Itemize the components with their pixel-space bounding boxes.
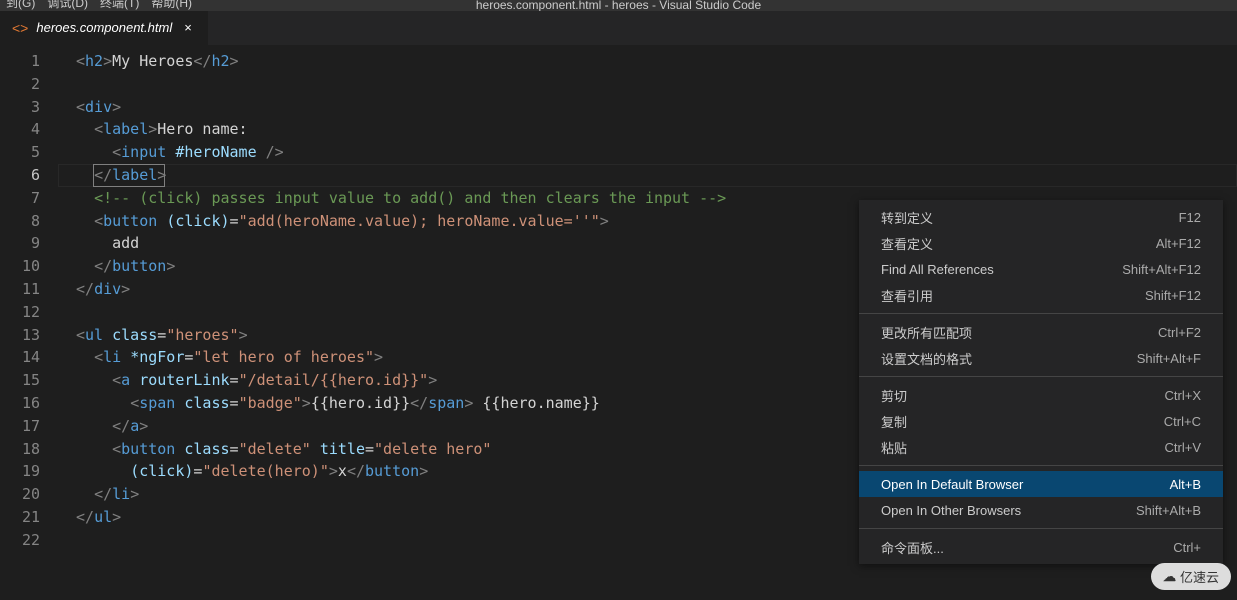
line-number: 8 xyxy=(0,210,40,233)
context-menu-item[interactable]: 命令面板... Ctrl+ xyxy=(859,534,1223,560)
menu-item-label: 复制 xyxy=(881,412,907,431)
menu-item-label: Find All References xyxy=(881,262,994,277)
line-number: 14 xyxy=(0,346,40,369)
context-menu-item[interactable]: 查看定义 Alt+F12 xyxy=(859,230,1223,256)
line-number: 11 xyxy=(0,278,40,301)
line-number: 5 xyxy=(0,141,40,164)
menu-item-shortcut: Ctrl+V xyxy=(1165,440,1201,455)
menu-item-label: 命令面板... xyxy=(881,538,944,557)
line-number: 7 xyxy=(0,187,40,210)
menu-terminal[interactable]: 终端(T) xyxy=(100,0,139,11)
cloud-icon: ☁ xyxy=(1163,569,1176,585)
menu-separator xyxy=(859,313,1223,314)
context-menu-item[interactable]: 剪切 Ctrl+X xyxy=(859,382,1223,408)
menu-item-shortcut: Shift+F12 xyxy=(1145,288,1201,303)
menu-item-shortcut: Ctrl+X xyxy=(1165,388,1201,403)
line-number: 4 xyxy=(0,118,40,141)
line-number: 20 xyxy=(0,483,40,506)
tab-active[interactable]: <> heroes.component.html × xyxy=(0,11,208,45)
line-number: 18 xyxy=(0,438,40,461)
tab-bar: <> heroes.component.html × xyxy=(0,11,1237,46)
context-menu-item[interactable]: Open In Default Browser Alt+B xyxy=(859,471,1223,497)
menu-separator xyxy=(859,465,1223,466)
menu-item-shortcut: Ctrl+C xyxy=(1164,414,1201,429)
line-number: 3 xyxy=(0,96,40,119)
context-menu-item[interactable]: Open In Other Browsers Shift+Alt+B xyxy=(859,497,1223,523)
menu-item-label: Open In Other Browsers xyxy=(881,503,1021,518)
html-file-icon: <> xyxy=(12,20,28,36)
menu-item-shortcut: Shift+Alt+F12 xyxy=(1122,262,1201,277)
context-menu-item[interactable]: 转到定义 F12 xyxy=(859,204,1223,230)
line-gutter: 12345678910111213141516171819202122 xyxy=(0,46,58,600)
line-number: 17 xyxy=(0,415,40,438)
menu-debug[interactable]: 调试(D) xyxy=(47,0,88,11)
tab-label: heroes.component.html xyxy=(36,20,172,35)
menu-goto[interactable]: 到(G) xyxy=(6,0,35,11)
menu-item-shortcut: F12 xyxy=(1179,210,1201,225)
line-number: 19 xyxy=(0,460,40,483)
menu-item-shortcut: Alt+F12 xyxy=(1156,236,1201,251)
menu-item-label: 设置文档的格式 xyxy=(881,349,972,368)
line-number: 10 xyxy=(0,255,40,278)
line-number: 12 xyxy=(0,301,40,324)
context-menu-item[interactable]: 更改所有匹配项 Ctrl+F2 xyxy=(859,319,1223,345)
menu-item-label: 粘贴 xyxy=(881,438,907,457)
line-number: 1 xyxy=(0,50,40,73)
menu-item-label: 更改所有匹配项 xyxy=(881,323,972,342)
line-number: 9 xyxy=(0,232,40,255)
line-number: 15 xyxy=(0,369,40,392)
menu-separator xyxy=(859,376,1223,377)
line-number: 22 xyxy=(0,529,40,552)
menu-help[interactable]: 帮助(H) xyxy=(151,0,192,11)
context-menu-item[interactable]: 粘贴 Ctrl+V xyxy=(859,434,1223,460)
close-icon[interactable]: × xyxy=(180,18,196,37)
menu-separator xyxy=(859,528,1223,529)
context-menu[interactable]: 转到定义 F12 查看定义 Alt+F12 Find All References Shi… xyxy=(859,200,1223,564)
context-menu-item[interactable]: 复制 Ctrl+C xyxy=(859,408,1223,434)
menu-bar[interactable]: 到(G) 调试(D) 终端(T) 帮助(H) xyxy=(0,0,1237,11)
line-number: 2 xyxy=(0,73,40,96)
menu-item-label: 查看引用 xyxy=(881,286,933,305)
menu-item-label: 转到定义 xyxy=(881,208,933,227)
context-menu-item[interactable]: 查看引用 Shift+F12 xyxy=(859,282,1223,308)
watermark: ☁ 亿速云 xyxy=(1151,563,1231,590)
menu-item-shortcut: Ctrl+ xyxy=(1173,540,1201,555)
line-number: 13 xyxy=(0,324,40,347)
menu-item-label: 剪切 xyxy=(881,386,907,405)
context-menu-item[interactable]: 设置文档的格式 Shift+Alt+F xyxy=(859,345,1223,371)
menu-item-shortcut: Alt+B xyxy=(1170,477,1201,492)
line-number: 16 xyxy=(0,392,40,415)
menu-item-shortcut: Shift+Alt+F xyxy=(1137,351,1201,366)
menu-item-shortcut: Ctrl+F2 xyxy=(1158,325,1201,340)
line-number: 6 xyxy=(0,164,40,187)
context-menu-item[interactable]: Find All References Shift+Alt+F12 xyxy=(859,256,1223,282)
menu-item-label: 查看定义 xyxy=(881,234,933,253)
menu-item-label: Open In Default Browser xyxy=(881,477,1023,492)
menu-item-shortcut: Shift+Alt+B xyxy=(1136,503,1201,518)
line-number: 21 xyxy=(0,506,40,529)
watermark-text: 亿速云 xyxy=(1180,567,1219,586)
